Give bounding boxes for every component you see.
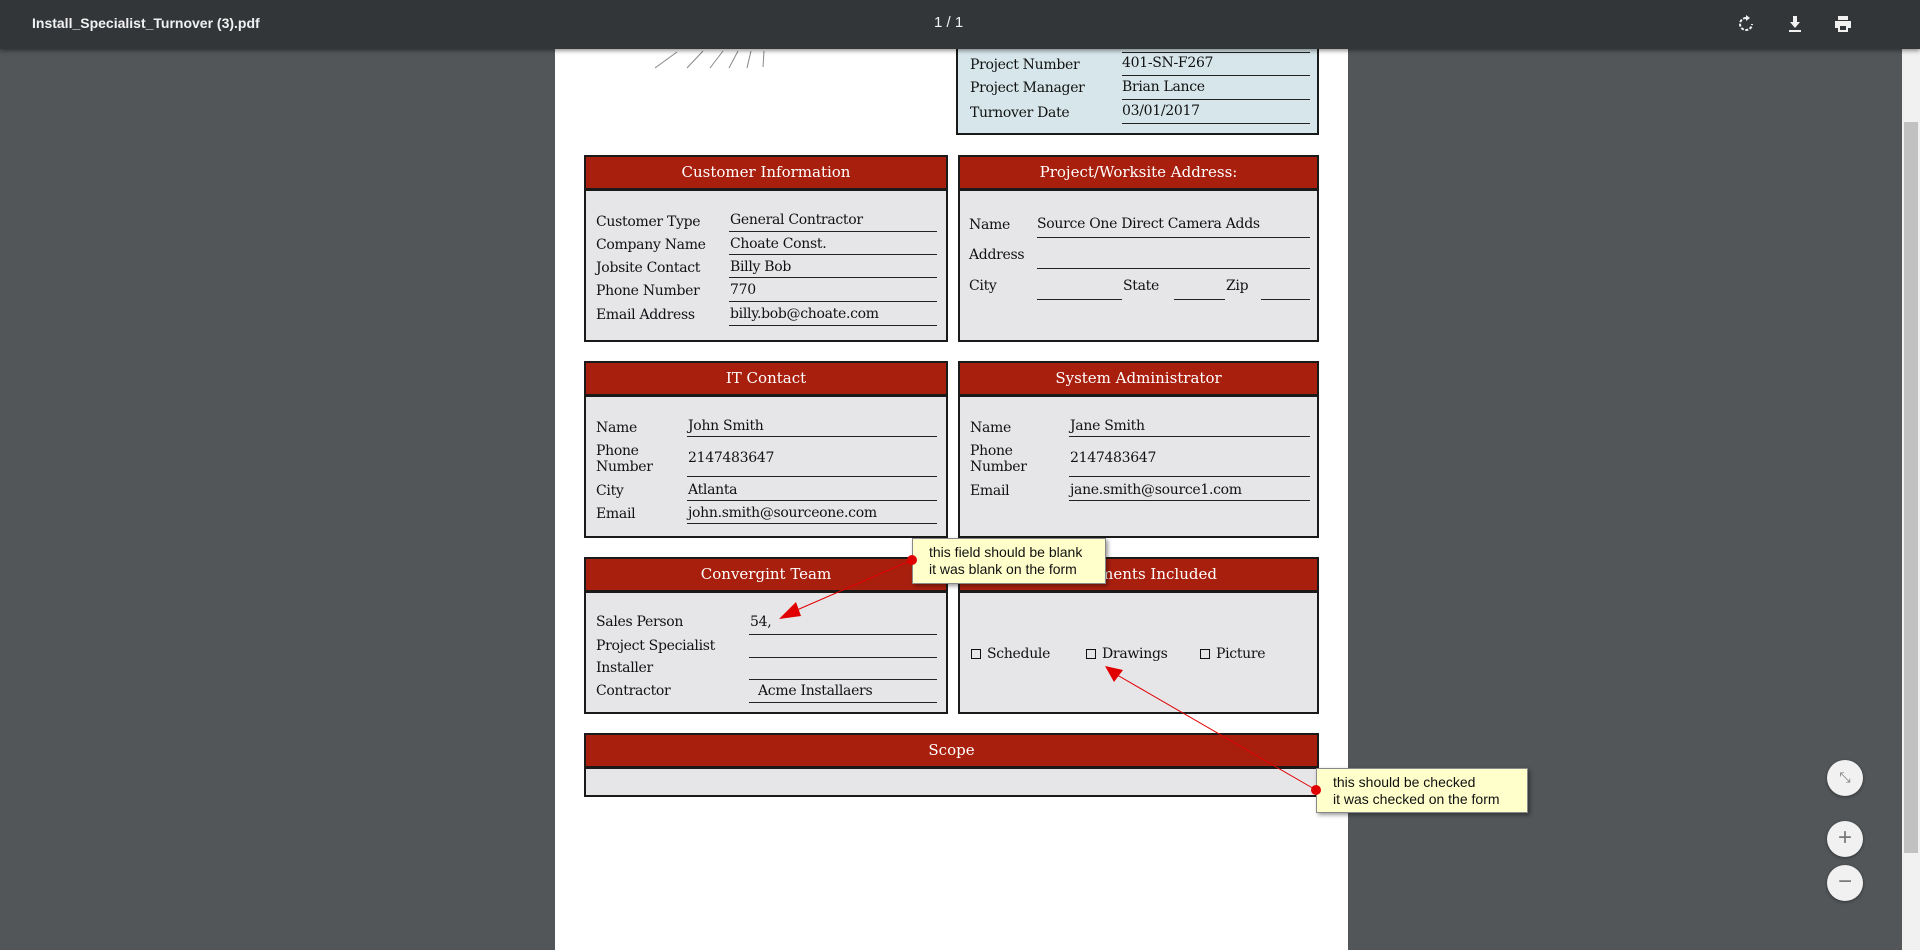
note-2-anchor-dot [1311,785,1321,795]
download-icon[interactable] [1783,12,1807,36]
file-title: Install_Specialist_Turnover (3).pdf [32,15,260,31]
page-total: 1 [954,14,964,31]
rotate-icon[interactable] [1734,12,1758,36]
arrow-line-1 [789,559,913,614]
note-1-line2: it was blank on the form [929,561,1077,577]
annotation-arrows [779,559,1317,791]
page-separator: / [946,14,951,31]
page-indicator: 1 / 1 [934,14,963,31]
print-icon[interactable] [1831,12,1855,36]
note-2-line1: this should be checked [1333,774,1476,790]
note-1-anchor-dot [907,555,917,565]
note-1-line1: this field should be blank [929,544,1083,560]
arrow-head-2 [1105,666,1123,682]
pdf-toolbar: Install_Specialist_Turnover (3).pdf 1 / … [0,0,1920,49]
annotation-note-2[interactable]: this should be checked it was checked on… [1316,768,1528,813]
page-current[interactable]: 1 [934,14,942,31]
note-2-line2: it was checked on the form [1333,791,1500,807]
annotation-note-1[interactable]: this field should be blank it was blank … [912,538,1106,584]
arrow-head-1 [779,602,801,619]
arrow-line-2 [1111,671,1317,791]
